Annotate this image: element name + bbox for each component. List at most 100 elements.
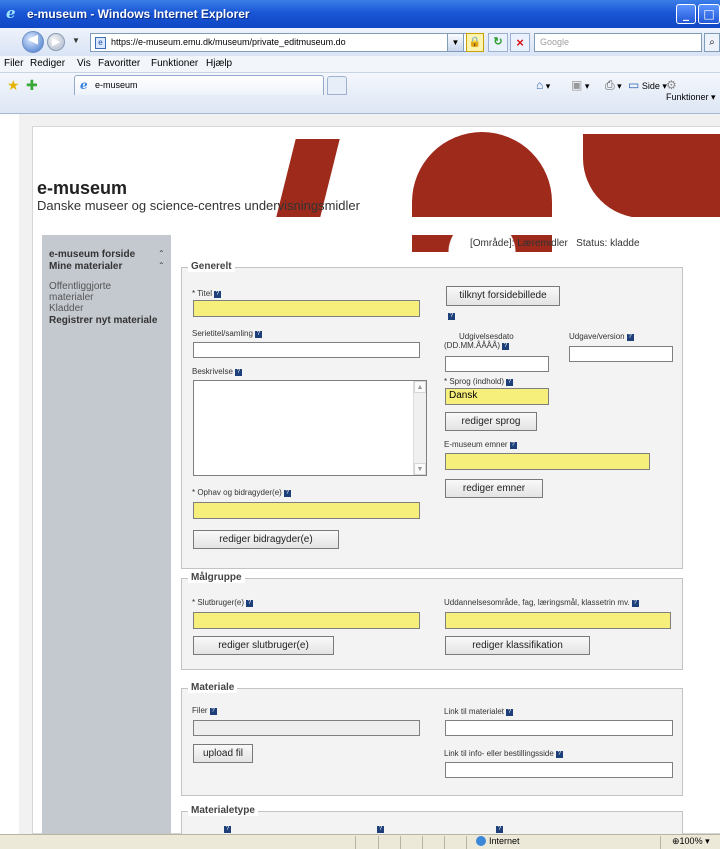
zoom-level[interactable]: ⊕100% ▾ bbox=[672, 836, 710, 847]
upload-fil-button[interactable]: upload fil bbox=[193, 744, 253, 763]
slutbruger-input[interactable] bbox=[193, 612, 420, 629]
help-icon[interactable]: ? bbox=[496, 826, 503, 833]
caret-up-icon[interactable]: ⌃ bbox=[158, 249, 165, 258]
help-icon[interactable]: ? bbox=[234, 369, 242, 376]
sidebar-item-mine-materialer[interactable]: Mine materialer bbox=[49, 261, 122, 272]
feeds-icon[interactable]: ▣ ▾ bbox=[571, 78, 589, 92]
beskrivelse-textarea[interactable]: ▲ ▼ bbox=[193, 380, 427, 476]
rediger-emner-button[interactable]: rediger emner bbox=[445, 479, 543, 498]
help-icon[interactable]: ? bbox=[254, 331, 262, 338]
sidebar-item-registrer[interactable]: Registrer nyt materiale bbox=[49, 315, 157, 326]
search-icon[interactable]: ⌕ bbox=[704, 33, 720, 52]
udgave-label: Udgave/version? bbox=[569, 332, 634, 341]
rediger-klassifikation-button[interactable]: rediger klassifikation bbox=[445, 636, 590, 655]
help-icon[interactable]: ? bbox=[626, 334, 634, 341]
print-icon[interactable]: ⎙ ▾ bbox=[605, 78, 622, 93]
globe-icon bbox=[476, 836, 486, 846]
help-icon[interactable]: ? bbox=[555, 751, 563, 758]
udgave-input[interactable] bbox=[569, 346, 673, 362]
emner-label: E-museum emner? bbox=[444, 440, 517, 449]
help-icon[interactable]: ? bbox=[502, 343, 509, 350]
back-button[interactable]: ◀ bbox=[22, 31, 44, 53]
help-icon[interactable]: ? bbox=[631, 600, 639, 607]
serietitel-input[interactable] bbox=[193, 342, 420, 358]
status-label: Status: kladde bbox=[576, 238, 640, 249]
url-dropdown-icon[interactable]: ▼ bbox=[447, 33, 464, 52]
ie-logo-icon: e bbox=[6, 4, 16, 22]
address-bar: ◀ ▶ ▼ e https://e-museum.emu.dk/museum/p… bbox=[0, 28, 720, 56]
status-line: [Område]: Læremidler Status: kladde bbox=[470, 238, 640, 249]
help-icon[interactable]: ? bbox=[509, 442, 517, 449]
status-divider bbox=[466, 836, 467, 849]
area-label: [Område]: Læremidler bbox=[470, 238, 568, 249]
stop-button[interactable]: × bbox=[510, 33, 530, 52]
caret-up-icon[interactable]: ⌃ bbox=[158, 261, 165, 270]
menu-rediger[interactable]: Rediger bbox=[30, 58, 65, 69]
menu-vis[interactable]: Vis bbox=[77, 58, 91, 69]
rediger-bidragyder-button[interactable]: rediger bidragyder(e) bbox=[193, 530, 339, 549]
sidebar-item-offentliggjorte[interactable]: Offentliggjorte bbox=[49, 281, 111, 292]
help-icon[interactable]: ? bbox=[246, 600, 254, 607]
home-icon[interactable]: ⌂ ▾ bbox=[536, 78, 550, 92]
menu-funktioner[interactable]: Funktioner bbox=[151, 58, 198, 69]
help-icon[interactable]: ? bbox=[224, 826, 231, 833]
info-link-input[interactable] bbox=[445, 762, 673, 778]
security-zone: Internet bbox=[476, 836, 520, 846]
emner-input[interactable] bbox=[445, 453, 650, 470]
ophav-input[interactable] bbox=[193, 502, 420, 519]
search-input[interactable]: Google bbox=[534, 33, 702, 52]
status-divider bbox=[444, 836, 445, 849]
scroll-up-icon[interactable]: ▲ bbox=[414, 381, 426, 393]
textarea-scrollbar[interactable]: ▲ ▼ bbox=[413, 381, 426, 475]
sidebar-item-forside[interactable]: e-museum forside bbox=[49, 249, 135, 260]
link-materialet-input[interactable] bbox=[445, 720, 673, 736]
help-icon[interactable]: ? bbox=[209, 708, 217, 715]
rediger-slutbruger-button[interactable]: rediger slutbruger(e) bbox=[193, 636, 334, 655]
page-menu[interactable]: ▭ Side ▾ bbox=[628, 78, 667, 92]
tools-menu-label: Funktioner bbox=[666, 92, 709, 102]
help-icon[interactable]: ? bbox=[283, 490, 291, 497]
uddannelse-input[interactable] bbox=[445, 612, 671, 629]
titel-input[interactable] bbox=[193, 300, 420, 317]
url-input[interactable]: e https://e-museum.emu.dk/museum/private… bbox=[90, 33, 473, 52]
help-icon[interactable]: ? bbox=[506, 379, 514, 386]
lock-icon[interactable]: 🔒 bbox=[466, 33, 484, 52]
window-title: e-museum - Windows Internet Explorer bbox=[27, 7, 250, 21]
menu-filer[interactable]: Filer bbox=[4, 58, 23, 69]
rediger-sprog-button[interactable]: rediger sprog bbox=[445, 412, 537, 431]
serietitel-label: Serietitel/samling? bbox=[192, 329, 262, 338]
info-link-label: Link til info- eller bestillingsside? bbox=[444, 749, 563, 758]
help-icon[interactable]: ? bbox=[377, 826, 384, 833]
window-titlebar: e e-museum - Windows Internet Explorer _… bbox=[0, 0, 720, 28]
scroll-down-icon[interactable]: ▼ bbox=[414, 463, 426, 475]
tab-ie-icon: e bbox=[80, 78, 88, 92]
history-dropdown-icon[interactable]: ▼ bbox=[72, 36, 80, 45]
status-divider bbox=[378, 836, 379, 849]
filer-input[interactable] bbox=[193, 720, 420, 736]
help-icon[interactable]: ? bbox=[506, 709, 514, 716]
sprog-input[interactable]: Dansk bbox=[445, 388, 549, 405]
forward-button[interactable]: ▶ bbox=[47, 33, 65, 51]
refresh-button[interactable]: ↻ bbox=[488, 33, 508, 52]
new-tab-button[interactable] bbox=[327, 76, 347, 95]
tilknyt-forsidebillede-button[interactable]: tilknyt forsidebillede bbox=[446, 286, 560, 306]
add-favorite-icon[interactable]: ✚ bbox=[26, 77, 38, 94]
udgivelsesdato-format-label: (DD.MM.ÅÅÅÅ)? bbox=[444, 341, 509, 350]
titel-label: * Titel? bbox=[192, 289, 222, 298]
status-divider bbox=[400, 836, 401, 849]
status-divider bbox=[355, 836, 356, 849]
help-icon[interactable]: ? bbox=[448, 313, 455, 320]
menu-favoritter[interactable]: Favoritter bbox=[98, 58, 140, 69]
favorites-star-icon[interactable]: ★ bbox=[7, 77, 20, 94]
sidebar-item-offentliggjorte-2[interactable]: materialer bbox=[49, 292, 93, 303]
maximize-button[interactable]: □ bbox=[698, 4, 720, 24]
tools-menu[interactable]: ⚙ Funktioner ▾ bbox=[666, 78, 720, 103]
menu-hjaelp[interactable]: Hjælp bbox=[206, 58, 232, 69]
help-icon[interactable]: ? bbox=[214, 291, 222, 298]
minimize-button[interactable]: _ bbox=[676, 4, 696, 24]
zone-label: Internet bbox=[489, 836, 520, 846]
udgivelsesdato-input[interactable] bbox=[445, 356, 549, 372]
link-materialet-label: Link til materialet? bbox=[444, 707, 514, 716]
sidebar-item-kladder[interactable]: Kladder bbox=[49, 303, 83, 314]
browser-tab[interactable]: e e-museum bbox=[74, 75, 324, 95]
